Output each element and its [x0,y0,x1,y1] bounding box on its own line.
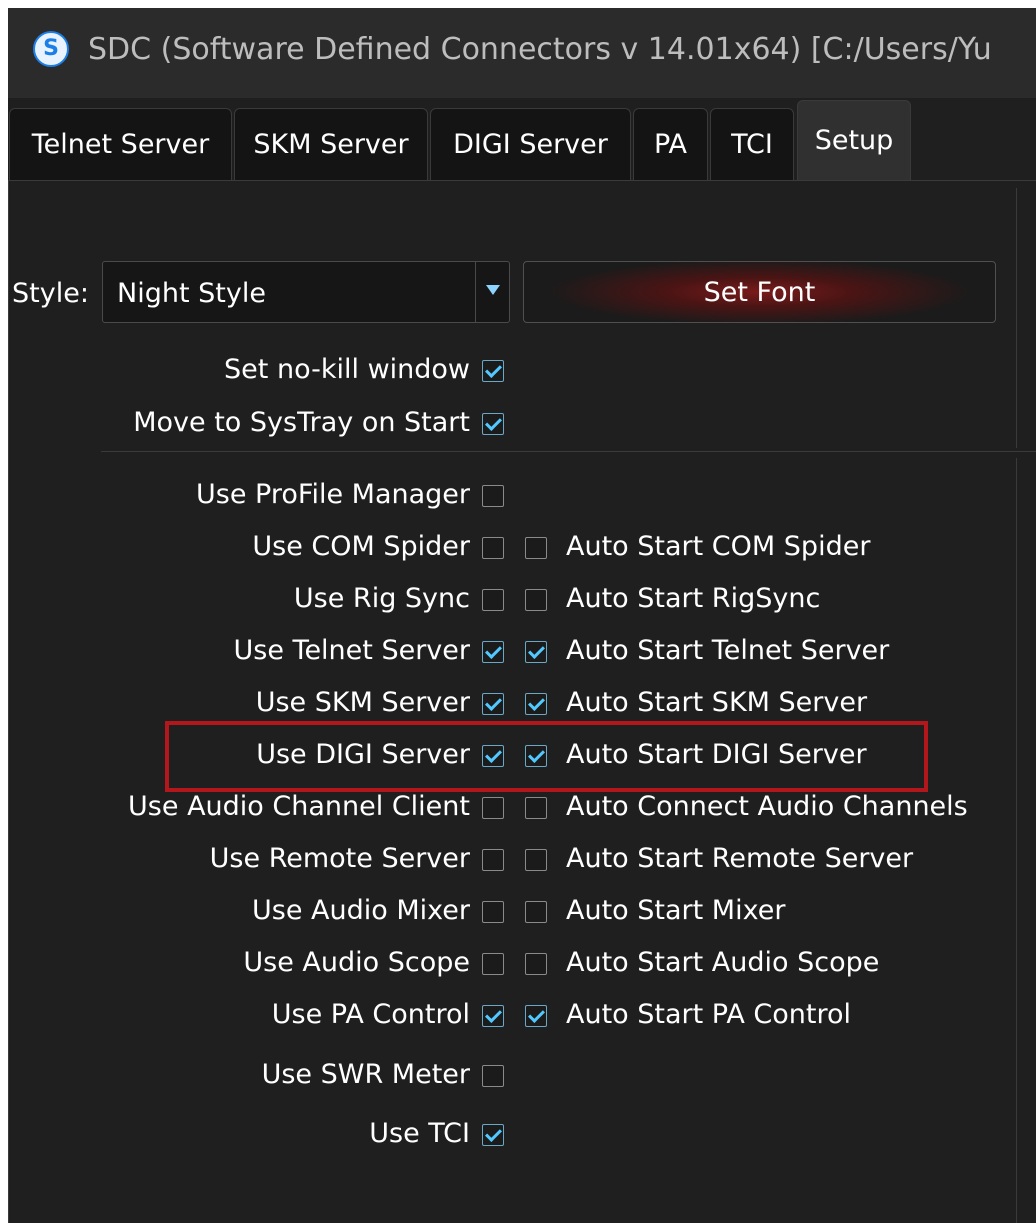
auto-label-skm-server: Auto Start SKM Server [566,687,868,718]
use-tci-checkbox[interactable] [482,1124,504,1146]
option-label-profile-manager: Use ProFile Manager [196,479,470,510]
tab-pa[interactable]: PA [633,108,708,180]
use-telnet-server-checkbox[interactable] [482,641,504,663]
option-label-swr-meter: Use SWR Meter [261,1059,470,1090]
no-kill-label: Set no-kill window [224,354,470,385]
style-select[interactable]: Night Style [102,261,510,323]
tab-tci[interactable]: TCI [710,108,794,180]
auto-label-audio-scope: Auto Start Audio Scope [566,947,880,978]
tab-digi-server[interactable]: DIGI Server [430,108,631,180]
option-label-tci: Use TCI [369,1118,470,1149]
auto-start-audio-scope-checkbox[interactable] [525,953,547,975]
tab-bar: Telnet Server SKM Server DIGI Server PA … [8,98,1036,180]
auto-label-audio-channels: Auto Connect Audio Channels [566,791,968,822]
use-audio-scope-checkbox[interactable] [482,953,504,975]
use-audio-channel-client-checkbox[interactable] [482,797,504,819]
use-skm-server-checkbox[interactable] [482,693,504,715]
auto-start-rigsync-checkbox[interactable] [525,589,547,611]
use-com-spider-checkbox[interactable] [482,537,504,559]
option-label-com-spider: Use COM Spider [252,531,470,562]
panel-border-top [8,180,1036,181]
use-remote-server-checkbox[interactable] [482,849,504,871]
systray-label: Move to SysTray on Start [133,407,470,438]
option-label-telnet-server: Use Telnet Server [233,635,470,666]
auto-label-rigsync: Auto Start RigSync [566,583,821,614]
option-label-pa-control: Use PA Control [271,999,470,1030]
auto-start-telnet-server-checkbox[interactable] [525,641,547,663]
title-bar: S SDC (Software Defined Connectors v 14.… [8,8,1036,98]
auto-start-com-spider-checkbox[interactable] [525,537,547,559]
panel-border-left [8,180,9,1223]
option-label-audio-mixer: Use Audio Mixer [251,895,470,926]
auto-label-pa-control: Auto Start PA Control [566,999,852,1030]
option-label-remote-server: Use Remote Server [209,843,470,874]
chevron-down-icon [486,285,500,295]
systray-checkbox[interactable] [482,413,504,435]
style-dropdown-button[interactable] [475,262,510,322]
option-label-skm-server: Use SKM Server [255,687,470,718]
use-pa-control-checkbox[interactable] [482,1005,504,1027]
style-select-value: Night Style [117,278,266,309]
no-kill-checkbox[interactable] [482,360,504,382]
tab-telnet-server[interactable]: Telnet Server [9,108,232,180]
highlight-annotation-box [165,721,928,792]
tab-setup[interactable]: Setup [797,100,911,180]
app-logo-icon: S [33,31,69,67]
window-title: SDC (Software Defined Connectors v 14.01… [88,32,992,67]
auto-label-remote-server: Auto Start Remote Server [566,843,914,874]
option-label-audio-scope: Use Audio Scope [243,947,470,978]
tab-skm-server[interactable]: SKM Server [234,108,428,180]
set-font-button[interactable]: Set Font [523,261,996,323]
auto-start-skm-server-checkbox[interactable] [525,693,547,715]
auto-start-pa-control-checkbox[interactable] [525,1005,547,1027]
use-rig-sync-checkbox[interactable] [482,589,504,611]
auto-label-mixer: Auto Start Mixer [566,895,786,926]
app-window: S SDC (Software Defined Connectors v 14.… [8,8,1036,1223]
option-label-rig-sync: Use Rig Sync [293,583,470,614]
auto-connect-audio-channels-checkbox[interactable] [525,797,547,819]
auto-label-com-spider: Auto Start COM Spider [566,531,871,562]
auto-start-mixer-checkbox[interactable] [525,901,547,923]
section-divider [101,451,1036,452]
use-audio-mixer-checkbox[interactable] [482,901,504,923]
style-label: Style: [12,278,89,309]
auto-label-telnet-server: Auto Start Telnet Server [566,635,890,666]
panel-border-right-lower [1016,458,1017,1223]
option-label-audio-channel-client: Use Audio Channel Client [128,791,470,822]
use-profile-manager-checkbox[interactable] [482,485,504,507]
use-swr-meter-checkbox[interactable] [482,1065,504,1087]
panel-border-right [1016,188,1017,448]
auto-start-remote-server-checkbox[interactable] [525,849,547,871]
